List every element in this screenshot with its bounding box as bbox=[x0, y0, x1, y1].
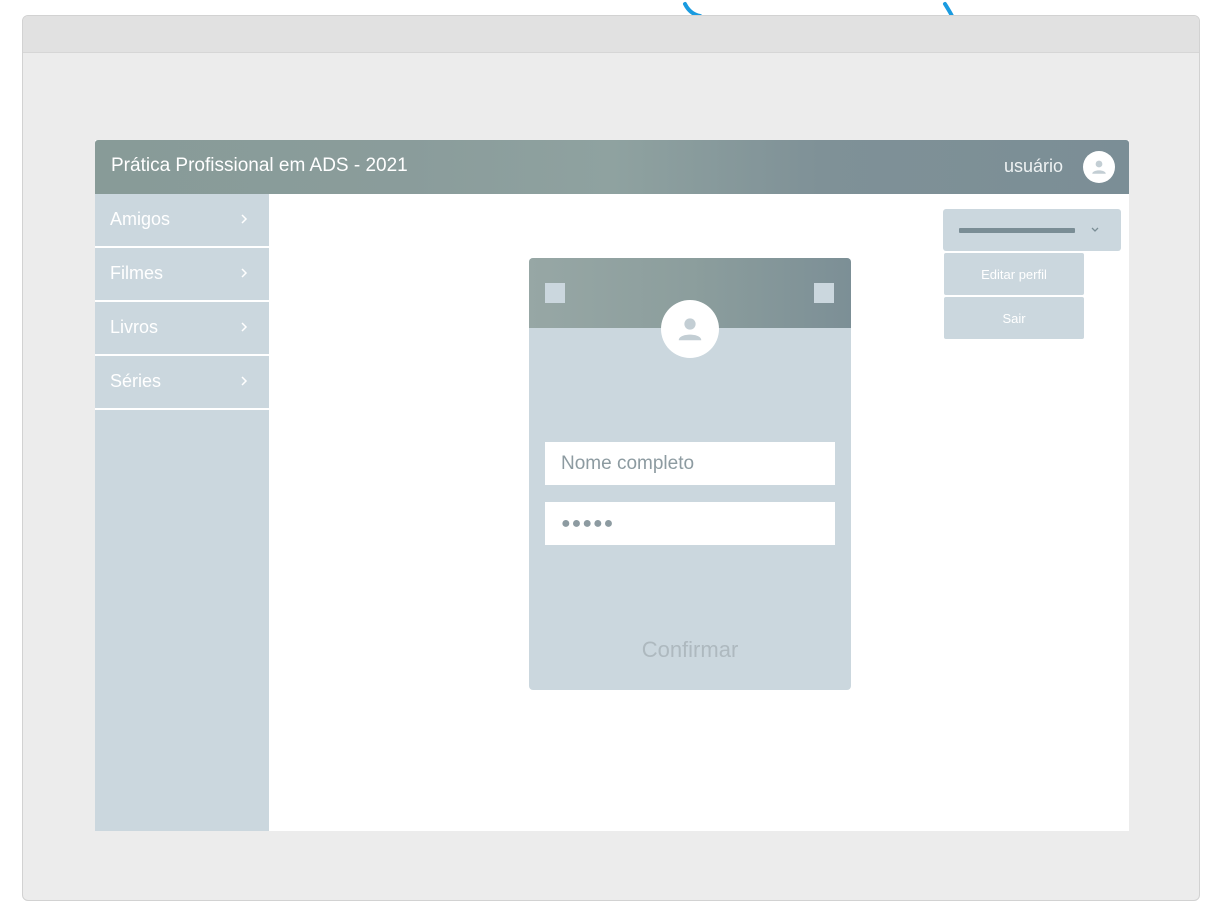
app-window: Prática Profissional em ADS - 2021 usuár… bbox=[95, 140, 1129, 831]
browser-frame: Prática Profissional em ADS - 2021 usuár… bbox=[22, 15, 1200, 901]
profile-dropdown-menu: Editar perfil Sair bbox=[944, 253, 1084, 341]
sidebar-item-livros[interactable]: Livros bbox=[95, 302, 269, 356]
user-icon bbox=[1092, 160, 1106, 174]
chevron-right-icon bbox=[241, 376, 248, 386]
login-card: Confirmar bbox=[529, 258, 851, 690]
password-input[interactable] bbox=[545, 502, 835, 545]
logout-menu-item[interactable]: Sair bbox=[944, 297, 1084, 339]
chevron-right-icon bbox=[241, 214, 248, 224]
chevron-right-icon bbox=[241, 322, 248, 332]
card-placeholder-square-left bbox=[545, 283, 565, 303]
user-name[interactable]: usuário bbox=[1004, 156, 1063, 177]
sidebar-item-series[interactable]: Séries bbox=[95, 356, 269, 410]
sidebar-item-label: Séries bbox=[110, 371, 162, 391]
edit-profile-menu-item[interactable]: Editar perfil bbox=[944, 253, 1084, 295]
confirm-button[interactable]: Confirmar bbox=[589, 630, 791, 670]
browser-toolbar bbox=[23, 16, 1199, 53]
sidebar: Amigos Filmes Livros Séries bbox=[95, 194, 269, 831]
sidebar-item-label: Livros bbox=[110, 317, 159, 337]
dropdown-value-placeholder bbox=[959, 228, 1075, 233]
profile-dropdown-toggle[interactable] bbox=[943, 209, 1121, 251]
sidebar-item-amigos[interactable]: Amigos bbox=[95, 194, 269, 248]
full-name-input[interactable] bbox=[545, 442, 835, 485]
user-avatar[interactable] bbox=[1083, 151, 1115, 183]
sidebar-item-filmes[interactable]: Filmes bbox=[95, 248, 269, 302]
chevron-right-icon bbox=[241, 268, 248, 278]
main-content: Editar perfil Sair Confirmar bbox=[269, 194, 1129, 831]
sidebar-item-label: Filmes bbox=[110, 263, 163, 283]
user-icon bbox=[678, 318, 702, 341]
sidebar-item-label: Amigos bbox=[110, 209, 171, 229]
card-placeholder-square-right bbox=[814, 283, 834, 303]
chevron-down-icon bbox=[1091, 227, 1099, 232]
login-avatar bbox=[661, 300, 719, 358]
app-header: Prática Profissional em ADS - 2021 usuár… bbox=[95, 140, 1129, 194]
app-title: Prática Profissional em ADS - 2021 bbox=[111, 155, 408, 176]
